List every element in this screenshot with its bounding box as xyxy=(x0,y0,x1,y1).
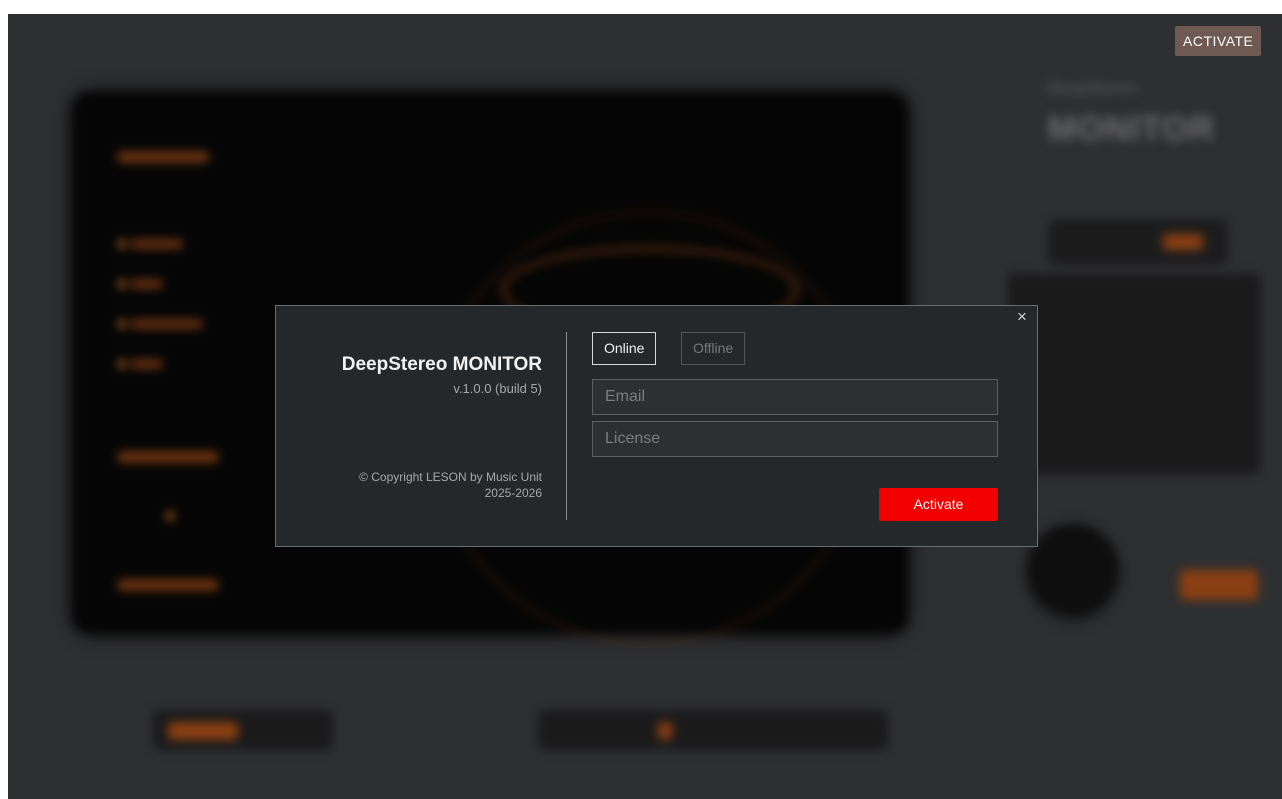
bg-brand-big: MONITOR xyxy=(1048,110,1215,148)
bg-brand-small: DeepStereo xyxy=(1048,80,1137,97)
activate-header-button[interactable]: ACTIVATE xyxy=(1175,26,1262,56)
close-icon[interactable]: × xyxy=(1013,308,1031,326)
copyright-text: © Copyright LESON by Music Unit xyxy=(359,470,542,484)
level-meter xyxy=(1008,274,1260,474)
volume-knob xyxy=(1028,524,1118,614)
app-window: DeepStereo MONITOR ACTIVATE × DeepStereo… xyxy=(8,14,1282,799)
copyright-years: 2025-2026 xyxy=(484,486,542,500)
tab-offline[interactable]: Offline xyxy=(681,332,746,365)
product-version: v.1.0.0 (build 5) xyxy=(453,381,542,396)
vertical-divider xyxy=(566,332,567,520)
activate-button[interactable]: Activate xyxy=(879,488,998,521)
email-field[interactable] xyxy=(592,379,998,415)
license-field[interactable] xyxy=(592,421,998,457)
product-name: DeepStereo MONITOR xyxy=(341,354,542,375)
tab-online[interactable]: Online xyxy=(592,332,657,365)
activation-dialog: × DeepStereo MONITOR v.1.0.0 (build 5) ©… xyxy=(275,305,1038,547)
product-info: DeepStereo MONITOR v.1.0.0 (build 5) © C… xyxy=(276,306,554,546)
